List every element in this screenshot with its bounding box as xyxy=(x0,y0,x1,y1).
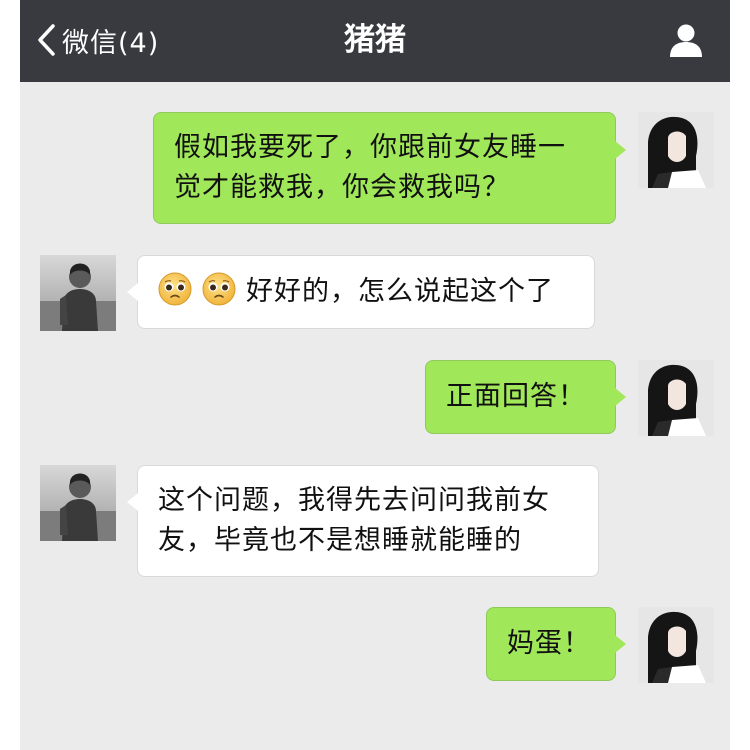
bubble-tail xyxy=(615,388,626,406)
message-text: 好好的，怎么说起这个了 xyxy=(246,276,554,307)
bubble-tail xyxy=(127,493,138,511)
my-avatar[interactable] xyxy=(638,360,714,436)
message-text: 正面回答！ xyxy=(446,381,586,412)
bubble-tail xyxy=(615,141,626,159)
pleading-face-emoji xyxy=(158,272,192,306)
message-bubble[interactable]: 这个问题，我得先去问问我前女 友，毕竟也不是想睡就能睡的 xyxy=(127,465,599,577)
bubble-tail xyxy=(127,283,138,301)
message-text: 友，毕竟也不是想睡就能睡的 xyxy=(158,525,522,556)
contact-avatar[interactable] xyxy=(40,255,116,331)
top-navigation-bar: 微信(4) 猪猪 xyxy=(20,0,730,82)
message-bubble[interactable]: 妈蛋！ xyxy=(486,607,626,681)
my-avatar[interactable] xyxy=(638,607,714,683)
contact-avatar[interactable] xyxy=(40,465,116,541)
chat-screen: 微信(4) 猪猪 假如我要死了，你跟前女友睡一 觉才能救我，你会救我吗？ 好好的… xyxy=(20,0,730,750)
message-text: 假如我要死了，你跟前女友睡一 xyxy=(174,132,566,163)
bubble-tail xyxy=(615,635,626,653)
message-bubble[interactable]: 好好的，怎么说起这个了 xyxy=(127,255,595,329)
chat-title: 猪猪 xyxy=(344,22,406,58)
message-bubble[interactable]: 正面回答！ xyxy=(425,360,626,434)
message-bubble[interactable]: 假如我要死了，你跟前女友睡一 觉才能救我，你会救我吗？ xyxy=(153,112,626,224)
message-text: 妈蛋！ xyxy=(507,628,591,659)
message-text: 觉才能救我，你会救我吗？ xyxy=(174,172,510,203)
my-avatar[interactable] xyxy=(638,112,714,188)
person-icon xyxy=(668,24,704,62)
pleading-face-emoji xyxy=(202,272,236,306)
chat-info-button[interactable] xyxy=(668,22,704,58)
message-text: 这个问题，我得先去问问我前女 xyxy=(158,485,550,516)
